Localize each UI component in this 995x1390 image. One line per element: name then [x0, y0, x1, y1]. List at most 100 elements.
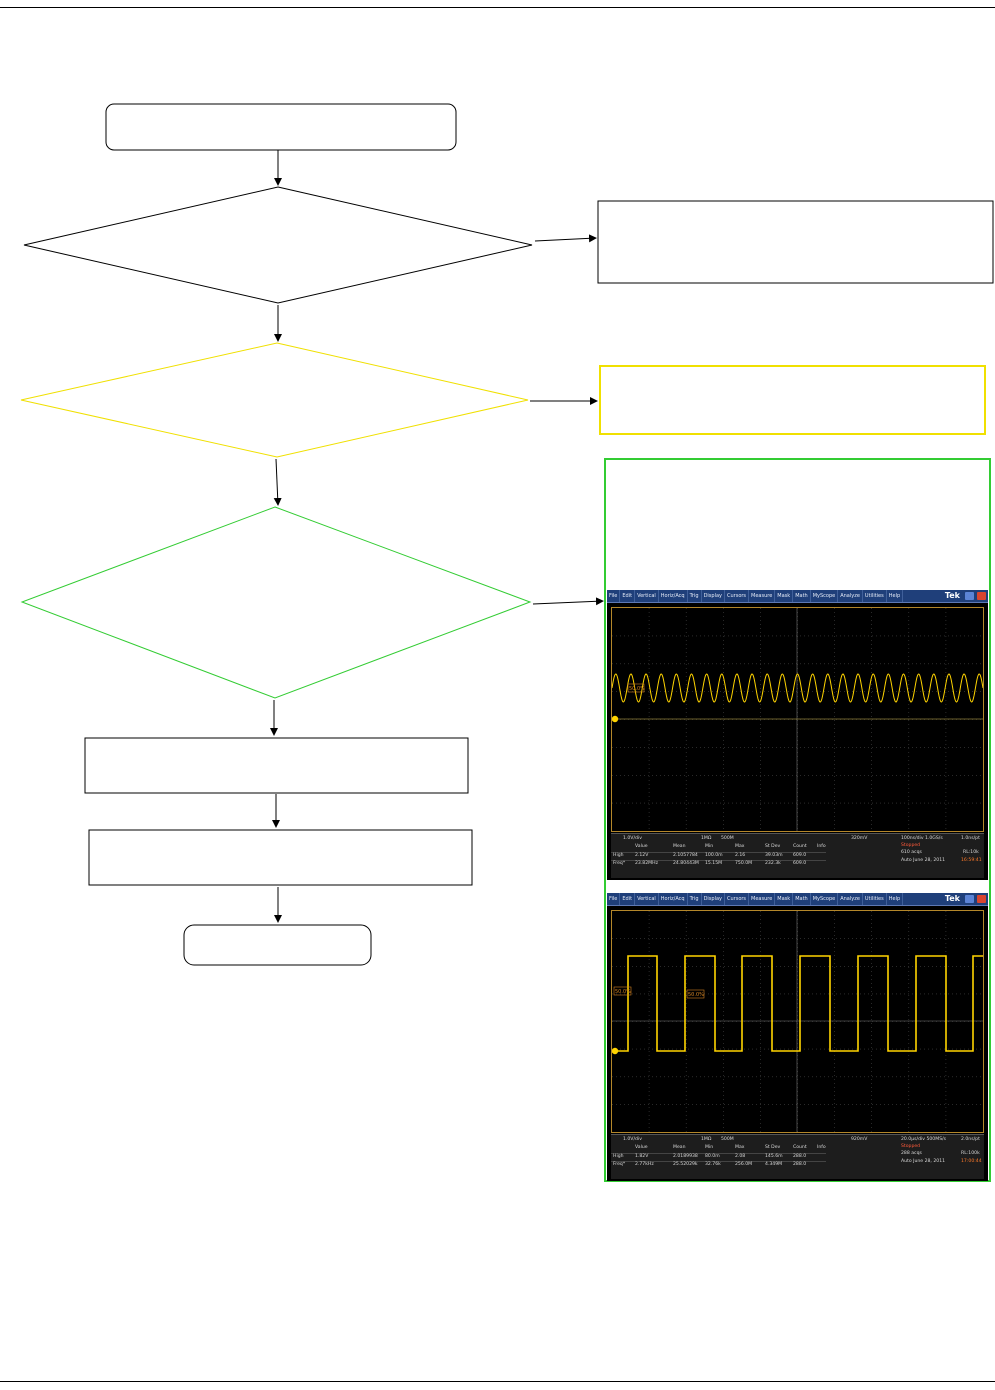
- arrow-decision-3-right: [532, 597, 604, 606]
- scope-1-menu-myscope[interactable]: MyScope: [811, 590, 839, 602]
- scope-1-mode-date: Auto June 28, 2011: [901, 858, 946, 863]
- table-header-cell: Count: [793, 1145, 807, 1150]
- scope-2-menu-display[interactable]: Display: [702, 893, 725, 905]
- box-5: [88, 829, 473, 886]
- scope-2-menu-mask[interactable]: Mask: [775, 893, 794, 905]
- table-cell: 39.03m: [765, 853, 783, 858]
- scope-2-impedance: 1MΩ: [701, 1137, 712, 1142]
- scope-2-marker-label-1: 50.0%: [615, 989, 631, 995]
- decision-2-diamond: [20, 342, 529, 458]
- scope-1-impedance: 1MΩ: [701, 836, 712, 841]
- scope-2-menu-horiz[interactable]: Horiz/Acq: [659, 893, 688, 905]
- table-row: High 1.82V 2.0189938 80.0m 2.08 145.6m 288.0: [611, 1153, 826, 1161]
- scope-1-menu-trig[interactable]: Trig: [688, 590, 702, 602]
- scope-2-time: 17:00:44: [961, 1159, 982, 1164]
- table-cell: 750.0M: [735, 861, 753, 866]
- table-cell: High: [613, 1154, 624, 1159]
- table-cell: 609.0: [793, 861, 807, 866]
- table-cell: 609.0: [793, 853, 807, 858]
- table-cell: 2.77kHz: [635, 1162, 654, 1167]
- table-header-cell: Max: [735, 1145, 745, 1150]
- table-cell: 2.16: [735, 853, 746, 858]
- scope-2-menu-file[interactable]: File: [607, 893, 621, 905]
- scope-1-menu-help[interactable]: Help: [887, 590, 904, 602]
- scope-2-menu-myscope[interactable]: MyScope: [811, 893, 839, 905]
- scope-2-menu-analyze[interactable]: Analyze: [838, 893, 863, 905]
- table-cell: 288.0: [793, 1154, 807, 1159]
- table-cell: 15.15M: [705, 861, 723, 866]
- scope-2-brand: Tek: [944, 894, 960, 903]
- table-cell: 2.1057784: [673, 853, 698, 858]
- start-box: [105, 103, 457, 151]
- table-header-cell: Count: [793, 844, 807, 849]
- scope-2-menu-measure[interactable]: Measure: [749, 893, 776, 905]
- table-cell: Freq*: [613, 861, 626, 866]
- scope-1-table: Value Mean Min Max St Dev Count Info High 2.12V 2…: [611, 844, 826, 874]
- scope-1-menu-vertical[interactable]: Vertical: [635, 590, 659, 602]
- decision-1-diamond: [23, 186, 533, 304]
- scope-1-graticule: 50.0%: [611, 607, 984, 832]
- table-cell: 23.82MHz: [635, 861, 658, 866]
- scope-2-menu-help[interactable]: Help: [887, 893, 904, 905]
- scope-2-channel-scale[interactable]: 1.0V/div: [623, 1137, 642, 1142]
- table-header-cell: Info: [817, 1145, 826, 1150]
- table-header-cell: Mean: [673, 844, 686, 849]
- scope-1-close-button[interactable]: [977, 592, 986, 600]
- decision-3-diamond: [20, 506, 532, 699]
- table-row: Freq* 2.77kHz 25.52029k 32.76k 256.0M 4.349M 2…: [611, 1161, 826, 1169]
- scope-1-marker-label: 50.0%: [629, 686, 645, 692]
- scope-1-trigger-level[interactable]: 320mV: [851, 836, 867, 841]
- table-header-cell: Min: [705, 1145, 714, 1150]
- arrow-decision-1-right: [534, 234, 597, 243]
- scope-1-channel-scale[interactable]: 1.0V/div: [623, 836, 642, 841]
- scope-1-menu-measure[interactable]: Measure: [749, 590, 776, 602]
- scope-1-menu-edit[interactable]: Edit: [620, 590, 636, 602]
- scope-1-menu-file[interactable]: File: [607, 590, 621, 602]
- box-4: [84, 737, 469, 794]
- scope-2-minimize-button[interactable]: [965, 895, 974, 903]
- table-cell: 32.76k: [705, 1162, 721, 1167]
- table-cell: High: [613, 853, 624, 858]
- table-cell: 4.349M: [765, 1162, 783, 1167]
- table-header-cell: Value: [635, 1145, 648, 1150]
- table-header-cell: Min: [705, 844, 714, 849]
- scope-2-close-button[interactable]: [977, 895, 986, 903]
- table-cell: 232.3k: [765, 861, 781, 866]
- scope-1-menu-math[interactable]: Math: [793, 590, 811, 602]
- scope-2-menu-math[interactable]: Math: [793, 893, 811, 905]
- scope-1-minimize-button[interactable]: [965, 592, 974, 600]
- scope-1-menu-mask[interactable]: Mask: [775, 590, 794, 602]
- table-cell: 2.08: [735, 1154, 746, 1159]
- scope-2-menu-edit[interactable]: Edit: [620, 893, 636, 905]
- scope-2-ground-marker: [611, 1047, 619, 1055]
- scope-2-mode-date: Auto June 28, 2011: [901, 1159, 946, 1164]
- scope-1-menu-utilities[interactable]: Utilities: [863, 590, 887, 602]
- scope-1-menu-analyze[interactable]: Analyze: [838, 590, 863, 602]
- scope-2-menu-vertical[interactable]: Vertical: [635, 893, 659, 905]
- scope-1-brand: Tek: [944, 591, 960, 600]
- scope-1-measurement-panel: 1.0V/div 1MΩ 500M 320mV 100ns/div 1.0GS/…: [611, 833, 984, 878]
- scope-1-menu-cursors[interactable]: Cursors: [725, 590, 750, 602]
- scope-2-horizontal-scale[interactable]: 20.0µs/div 500MS/s: [901, 1137, 946, 1142]
- scope-1-menu-display[interactable]: Display: [702, 590, 725, 602]
- table-cell: 2.12V: [635, 853, 649, 858]
- scope-2-menu-utilities[interactable]: Utilities: [863, 893, 887, 905]
- scope-1-time: 16:59:41: [961, 858, 982, 863]
- scope-2-bandwidth: 500M: [721, 1137, 734, 1142]
- right-box-1: [597, 200, 994, 284]
- scope-1-horizontal-scale[interactable]: 100ns/div 1.0GS/s: [901, 836, 943, 841]
- scope-1-bandwidth: 500M: [721, 836, 734, 841]
- scope-2-resolution: 2.0ns/pt: [961, 1137, 980, 1142]
- scope-1-menu-horiz[interactable]: Horiz/Acq: [659, 590, 688, 602]
- scope-2-menu-trig[interactable]: Trig: [688, 893, 702, 905]
- scope-2-menu-cursors[interactable]: Cursors: [725, 893, 750, 905]
- table-header-cell: St Dev: [765, 844, 781, 849]
- scope-2-trigger-level[interactable]: 920mV: [851, 1137, 867, 1142]
- table-cell: 80.0m: [705, 1154, 720, 1159]
- scope-2-record-length: RL:100k: [961, 1151, 980, 1156]
- table-cell: 256.0M: [735, 1162, 753, 1167]
- table-header-cell: Value: [635, 844, 648, 849]
- scope-1-ground-marker: [611, 715, 619, 723]
- table-header-cell: St Dev: [765, 1145, 781, 1150]
- scope-1-menubar: File Edit Vertical Horiz/Acq Trig Display Curs…: [607, 590, 988, 603]
